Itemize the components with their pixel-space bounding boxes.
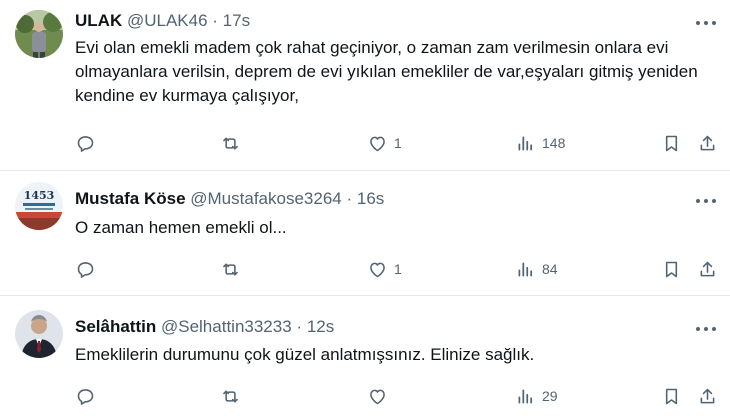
share-icon bbox=[697, 259, 718, 280]
avatar-text: 1453 bbox=[24, 189, 55, 202]
tweet[interactable]: ULAK @ULAK46 · 17s Evi olan emekli madem… bbox=[0, 0, 730, 170]
share-icon bbox=[697, 386, 718, 407]
views-icon bbox=[515, 133, 536, 154]
user-handle[interactable]: @Mustafakose3264 bbox=[190, 189, 341, 208]
retweet-icon bbox=[220, 133, 241, 154]
tweet-actions: 29 bbox=[75, 385, 720, 407]
bookmark-icon bbox=[661, 133, 682, 154]
share-button[interactable] bbox=[697, 385, 718, 407]
view-count: 148 bbox=[542, 135, 566, 151]
avatar[interactable] bbox=[15, 10, 63, 58]
tweet-header: Mustafa Köse @Mustafakose3264 · 16s bbox=[75, 189, 384, 209]
tweet[interactable]: 1453 Mustafa Köse @Mustafakose3264 · 16s… bbox=[0, 170, 730, 295]
like-button[interactable]: 1 bbox=[367, 132, 402, 154]
display-name[interactable]: Mustafa Köse bbox=[75, 189, 186, 208]
retweet-icon bbox=[220, 386, 241, 407]
share-button[interactable] bbox=[697, 132, 718, 154]
tweet-text: Evi olan emekli madem çok rahat geçiniyo… bbox=[75, 38, 698, 105]
share-icon bbox=[697, 133, 718, 154]
like-count: 1 bbox=[394, 261, 402, 277]
reply-icon bbox=[75, 386, 96, 407]
retweet-button[interactable] bbox=[220, 385, 247, 407]
tweet-actions: 1 148 bbox=[75, 132, 720, 154]
reply-icon bbox=[75, 133, 96, 154]
reply-button[interactable] bbox=[75, 385, 102, 407]
timestamp[interactable]: 12s bbox=[307, 317, 334, 336]
bookmark-button[interactable] bbox=[661, 132, 682, 154]
more-icon[interactable] bbox=[696, 20, 716, 26]
retweet-button[interactable] bbox=[220, 132, 247, 154]
tweet-text: Emeklilerin durumunu çok güzel anlatmışs… bbox=[75, 345, 535, 364]
views-button[interactable]: 84 bbox=[515, 258, 558, 280]
separator: · bbox=[212, 11, 218, 30]
reply-button[interactable] bbox=[75, 258, 102, 280]
tweet[interactable]: Selâhattin @Selhattin33233 · 12s Emeklil… bbox=[0, 295, 730, 420]
reply-icon bbox=[75, 259, 96, 280]
heart-icon bbox=[367, 386, 388, 407]
views-icon bbox=[515, 386, 536, 407]
more-icon[interactable] bbox=[696, 326, 716, 332]
retweet-icon bbox=[220, 259, 241, 280]
separator: · bbox=[346, 189, 353, 208]
timestamp[interactable]: 17s bbox=[223, 11, 250, 30]
tweet-text: O zaman hemen emekli ol... bbox=[75, 218, 287, 237]
bookmark-button[interactable] bbox=[661, 385, 682, 407]
views-icon bbox=[515, 259, 536, 280]
heart-icon bbox=[367, 259, 388, 280]
view-count: 29 bbox=[542, 388, 558, 404]
bookmark-icon bbox=[661, 386, 682, 407]
separator: · bbox=[296, 317, 303, 336]
user-handle[interactable]: @ULAK46 bbox=[127, 11, 208, 30]
avatar[interactable]: 1453 bbox=[15, 182, 63, 230]
retweet-button[interactable] bbox=[220, 258, 247, 280]
like-count: 1 bbox=[394, 135, 402, 151]
bookmark-button[interactable] bbox=[661, 258, 682, 280]
like-button[interactable]: 1 bbox=[367, 258, 402, 280]
more-icon[interactable] bbox=[696, 198, 716, 204]
like-button[interactable] bbox=[367, 385, 394, 407]
avatar[interactable] bbox=[15, 310, 63, 358]
user-handle[interactable]: @Selhattin33233 bbox=[161, 317, 292, 336]
bookmark-icon bbox=[661, 259, 682, 280]
tweet-actions: 1 84 bbox=[75, 258, 720, 280]
timestamp[interactable]: 16s bbox=[357, 189, 384, 208]
display-name[interactable]: ULAK bbox=[75, 11, 122, 30]
views-button[interactable]: 148 bbox=[515, 132, 565, 154]
share-button[interactable] bbox=[697, 258, 718, 280]
view-count: 84 bbox=[542, 261, 558, 277]
tweet-header: Selâhattin @Selhattin33233 · 12s bbox=[75, 317, 334, 337]
views-button[interactable]: 29 bbox=[515, 385, 558, 407]
heart-icon bbox=[367, 133, 388, 154]
tweet-header: ULAK @ULAK46 · 17s bbox=[75, 11, 250, 31]
reply-button[interactable] bbox=[75, 132, 102, 154]
display-name[interactable]: Selâhattin bbox=[75, 317, 156, 336]
